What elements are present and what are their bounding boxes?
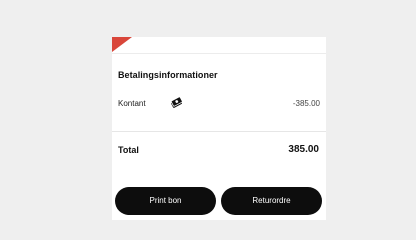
payment-info-title: Betalingsinformationer	[118, 70, 218, 80]
total-value: 385.00	[288, 144, 319, 155]
payment-amount: -385.00	[292, 99, 320, 108]
corner-flag-icon	[112, 37, 132, 52]
payment-method-label: Kontant	[118, 99, 146, 108]
card-header-strip	[112, 37, 326, 54]
payment-row: Kontant -385.00	[118, 96, 320, 110]
total-label: Total	[118, 145, 139, 155]
receipt-card: Betalingsinformationer Kontant -385.00 T…	[112, 37, 326, 220]
cash-icon	[170, 96, 184, 108]
divider	[112, 131, 326, 132]
return-order-button[interactable]: Returordre	[221, 187, 322, 215]
print-receipt-button[interactable]: Print bon	[115, 187, 216, 215]
